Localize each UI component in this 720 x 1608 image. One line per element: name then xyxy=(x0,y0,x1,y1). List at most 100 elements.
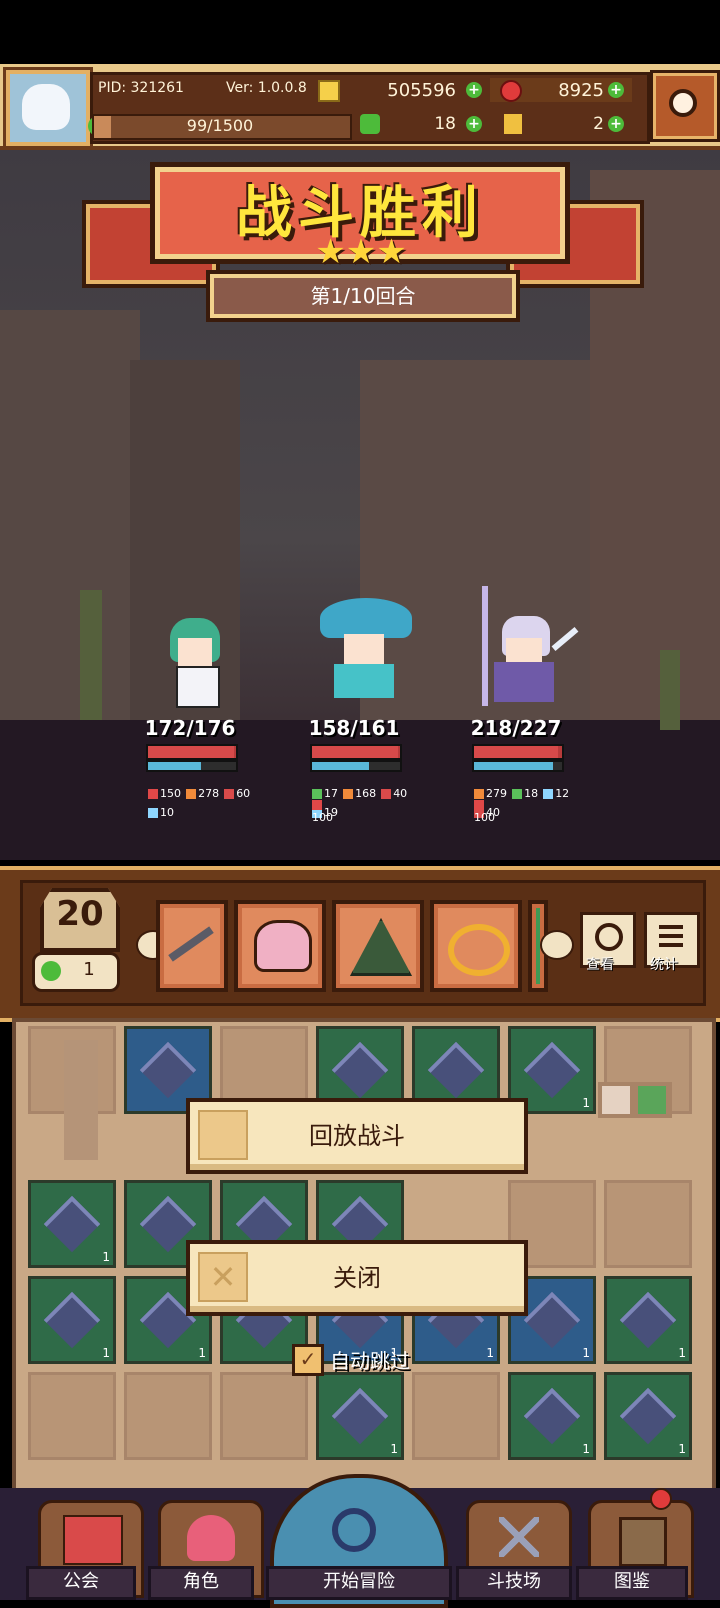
hero-2-face xyxy=(344,634,384,664)
hero-1-hp-bar xyxy=(146,744,238,760)
heal-icon xyxy=(512,789,523,799)
clover-icon xyxy=(360,114,380,134)
notification-dot xyxy=(650,1488,672,1510)
empty-tile[interactable] xyxy=(220,1372,308,1460)
hero-1-sprite[interactable] xyxy=(160,598,230,710)
pink-helmet-icon xyxy=(254,920,312,972)
character-portrait-icon xyxy=(187,1515,235,1561)
crystal-icon xyxy=(331,1387,389,1445)
crit-icon xyxy=(381,789,392,799)
tile-count: 1 xyxy=(678,1442,686,1456)
player-avatar[interactable] xyxy=(6,70,90,146)
lock-icon xyxy=(198,1110,248,1160)
shield-icon xyxy=(543,789,554,799)
crystal-icon xyxy=(43,1195,101,1253)
crystal-tile[interactable]: 1 xyxy=(316,1372,404,1460)
tile-count: 1 xyxy=(198,1346,206,1360)
game-version: Ver: 1.0.0.8 xyxy=(226,80,307,96)
hero-2-extra-stat: 100 xyxy=(312,798,333,824)
energy-text: 99/1500 xyxy=(186,116,254,135)
crystal-tile[interactable]: 1 xyxy=(604,1372,692,1460)
auto-skip-checkbox[interactable]: ✓ xyxy=(292,1344,324,1376)
key-amount: 2 xyxy=(593,114,604,134)
hero-1-face xyxy=(178,638,212,666)
add-ruby-button[interactable]: + xyxy=(608,82,624,98)
settings-button[interactable] xyxy=(650,70,720,142)
empty-tile[interactable] xyxy=(28,1372,116,1460)
level-number: 20 xyxy=(56,894,104,934)
hero-1-stat-2: 278 xyxy=(198,787,220,800)
star-rating: ★★★ xyxy=(306,232,416,272)
cactus-right xyxy=(660,650,680,730)
scroll-right-button[interactable] xyxy=(540,930,574,960)
crystal-tile[interactable]: 1 xyxy=(508,1372,596,1460)
hero-3-mp-bar xyxy=(472,760,564,772)
clover-icon xyxy=(41,961,61,981)
item-ring[interactable] xyxy=(430,900,522,992)
item-pink-helmet[interactable] xyxy=(234,900,326,992)
clover-amount: 18 xyxy=(434,114,456,134)
empty-tile[interactable] xyxy=(412,1372,500,1460)
hero-2-hp-fill xyxy=(312,746,399,758)
gold-amount: 505596 xyxy=(387,80,456,101)
round-counter: 第1/10回合 xyxy=(206,270,520,322)
crystal-icon xyxy=(427,1041,485,1099)
hero-3-sword xyxy=(551,627,579,651)
hero-2-hp-bar xyxy=(310,744,402,760)
hero-2-stat-3: 40 xyxy=(393,787,408,800)
hero-3-hp-bar xyxy=(472,744,564,760)
hero-2-hp-text: 158/161 xyxy=(308,716,400,740)
star-icon: ★ xyxy=(376,232,407,272)
hero-1-stat-1: 150 xyxy=(160,787,181,800)
hero-2-sprite[interactable] xyxy=(310,594,420,706)
hero-1-body xyxy=(176,666,220,708)
hero-2-extra-value: 100 xyxy=(312,811,333,824)
book-icon xyxy=(619,1517,667,1567)
guild-house-icon xyxy=(63,1515,123,1565)
crystal-tile[interactable]: 1 xyxy=(604,1276,692,1364)
nav-adventure-label: 开始冒险 xyxy=(266,1566,452,1600)
hero-1-stat-4: 10 xyxy=(160,806,174,819)
shop-icons-strip xyxy=(598,1082,672,1118)
cactus-carving xyxy=(64,1040,98,1160)
replay-battle-button[interactable]: 回放战斗 xyxy=(186,1098,528,1174)
hero-1-hp-fill xyxy=(148,746,234,758)
empty-tile[interactable] xyxy=(604,1180,692,1268)
tile-count: 1 xyxy=(582,1346,590,1360)
ruby-amount: 8925 xyxy=(558,80,604,101)
tile-count: 1 xyxy=(486,1346,494,1360)
hero-1-hp-text: 172/176 xyxy=(144,716,236,740)
tile-count: 1 xyxy=(102,1250,110,1264)
nav-arena-label: 斗技场 xyxy=(456,1566,572,1600)
item-sword[interactable] xyxy=(156,900,228,992)
clover-counter: 1 xyxy=(32,952,120,992)
ring-icon xyxy=(448,924,510,976)
nav-guild-label: 公会 xyxy=(26,1566,136,1600)
tile-count: 1 xyxy=(102,1346,110,1360)
hero-1-stat-3: 60 xyxy=(236,787,251,800)
attack-icon xyxy=(148,789,158,799)
crystal-tile[interactable]: 1 xyxy=(28,1276,116,1364)
close-button[interactable]: ✕ 关闭 xyxy=(186,1240,528,1316)
add-gold-button[interactable]: + xyxy=(466,82,482,98)
add-clover-button[interactable]: + xyxy=(466,116,482,132)
thumb-up-icon xyxy=(638,1086,666,1114)
hero-3-sprite[interactable] xyxy=(454,586,584,710)
hero-1-stats: 150 278 60 10 xyxy=(148,782,258,820)
star-icon: ★ xyxy=(345,232,377,272)
fire-icon xyxy=(343,789,354,799)
crystal-icon xyxy=(619,1387,677,1445)
hero-3-face xyxy=(506,638,542,662)
crystal-icon xyxy=(619,1291,677,1349)
tile-count: 1 xyxy=(390,1442,398,1456)
tile-count: 1 xyxy=(582,1096,590,1110)
stats-label: 统计 xyxy=(650,957,678,973)
crystal-tile[interactable]: 1 xyxy=(28,1180,116,1268)
empty-tile[interactable] xyxy=(124,1372,212,1460)
attack-icon xyxy=(474,800,484,810)
item-green-cloak[interactable] xyxy=(332,900,424,992)
hero-2-hat xyxy=(320,598,412,638)
hero-3-hp-text: 218/227 xyxy=(470,716,562,740)
hero-3-stat-2: 18 xyxy=(524,787,539,800)
add-key-button[interactable]: + xyxy=(608,116,624,132)
